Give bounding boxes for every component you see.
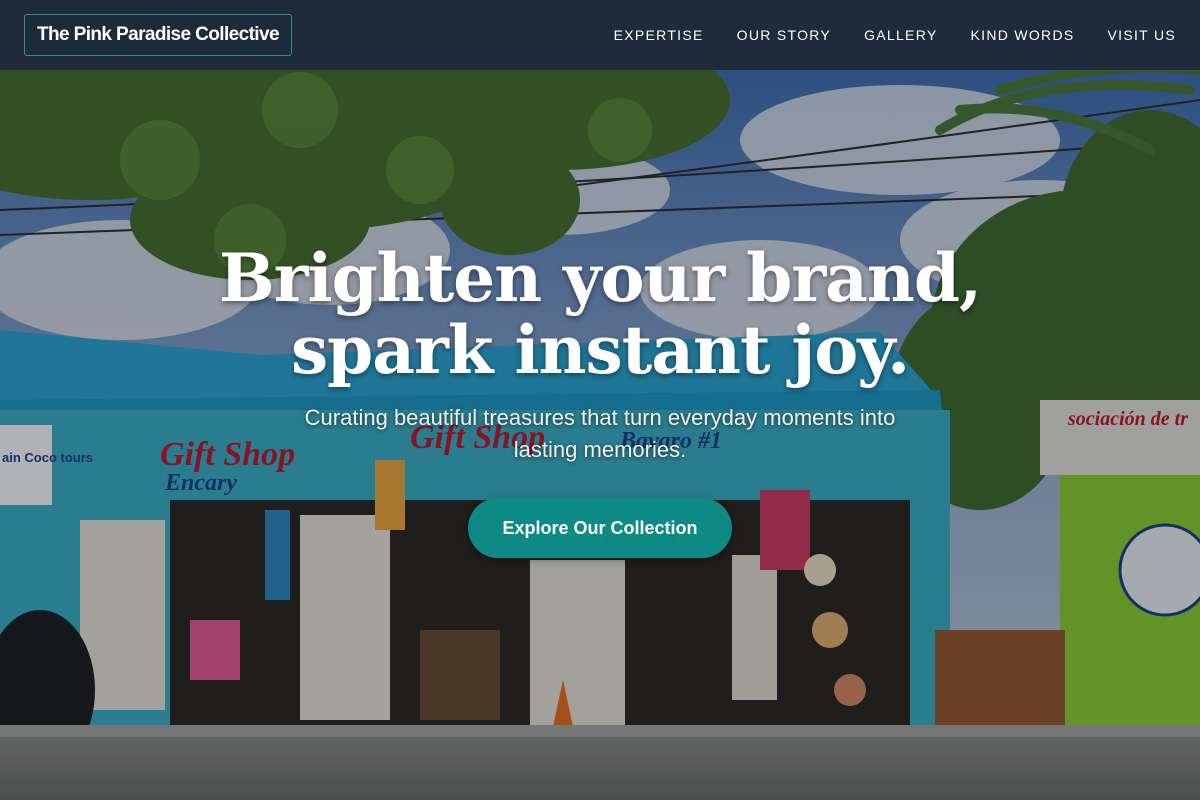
nav-link-expertise[interactable]: EXPERTISE bbox=[614, 27, 704, 43]
nav-link-visit-us[interactable]: VISIT US bbox=[1108, 27, 1177, 43]
brand-logo[interactable]: The Pink Paradise Collective bbox=[24, 14, 292, 56]
nav-link-gallery[interactable]: GALLERY bbox=[864, 27, 937, 43]
nav-link-our-story[interactable]: OUR STORY bbox=[737, 27, 831, 43]
hero-headline-line-1: Brighten your brand, bbox=[218, 239, 982, 317]
hero-headline: Brighten your brand, spark instant joy. bbox=[0, 242, 1200, 386]
hero-section: Gift Shop Encary Gift Shop Bavaro #1 ain… bbox=[0, 70, 1200, 800]
hero-subtext: Curating beautiful treasures that turn e… bbox=[304, 405, 896, 462]
hero-headline-line-2: spark instant joy. bbox=[290, 311, 910, 389]
nav-link-kind-words[interactable]: KIND WORDS bbox=[971, 27, 1075, 43]
explore-collection-button[interactable]: Explore Our Collection bbox=[468, 498, 732, 558]
main-nav: EXPERTISE OUR STORY GALLERY KIND WORDS V… bbox=[614, 27, 1176, 43]
site-header: The Pink Paradise Collective EXPERTISE O… bbox=[0, 0, 1200, 70]
